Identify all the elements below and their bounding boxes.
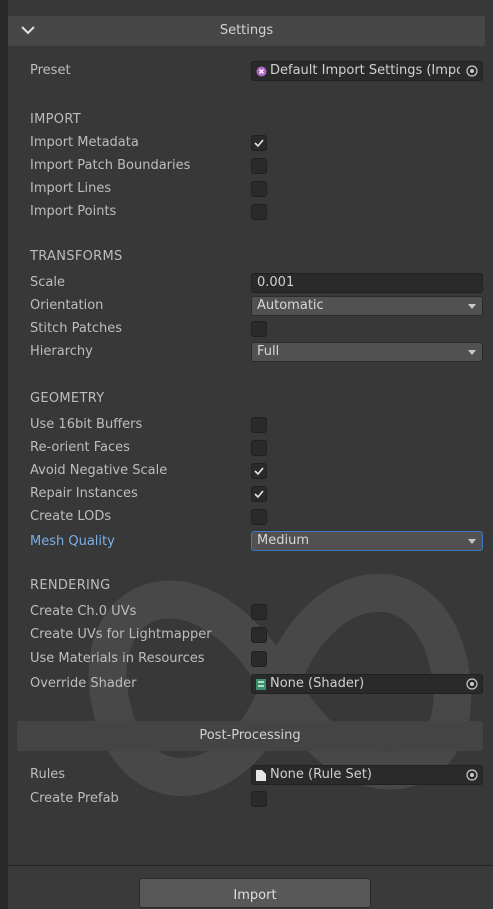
create-ch0-uvs-label: Create Ch.0 UVs [30,604,137,619]
object-picker-icon[interactable] [466,678,478,690]
create-lods-checkbox[interactable] [251,509,267,525]
object-picker-icon[interactable] [466,769,478,781]
dropdown-arrow-icon [468,304,476,309]
post-processing-header[interactable]: Post-Processing [17,721,483,751]
create-prefab-label: Create Prefab [30,791,119,806]
rendering-section-title: RENDERING [30,578,111,593]
mesh-quality-value: Medium [257,533,309,548]
scale-label: Scale [30,275,65,290]
rules-value: None (Rule Set) [270,767,372,782]
stitch-patches-label: Stitch Patches [30,321,123,336]
mesh-quality-dropdown[interactable]: Medium [251,531,483,551]
checkmark-icon [254,467,264,476]
document-icon [256,770,266,781]
create-uvs-lightmapper-checkbox[interactable] [251,627,267,643]
hierarchy-dropdown[interactable]: Full [251,342,483,362]
orientation-label: Orientation [30,298,104,313]
reorient-faces-checkbox[interactable] [251,440,267,456]
settings-header[interactable]: Settings [8,16,485,46]
preset-icon [256,66,267,77]
use-16bit-buffers-checkbox[interactable] [251,417,267,433]
create-lods-label: Create LODs [30,509,112,524]
preset-field[interactable]: Default Import Settings (Impo [251,61,483,81]
import-patch-boundaries-label: Import Patch Boundaries [30,158,191,173]
orientation-value: Automatic [257,298,324,313]
repair-instances-label: Repair Instances [30,486,138,501]
import-lines-label: Import Lines [30,181,112,196]
checkmark-icon [254,490,264,499]
use-materials-resources-label: Use Materials in Resources [30,651,205,666]
preset-value: Default Import Settings (Impo [270,63,460,78]
use-materials-resources-checkbox[interactable] [251,651,267,667]
dropdown-arrow-icon [468,539,476,544]
avoid-negative-scale-label: Avoid Negative Scale [30,463,168,478]
stitch-patches-checkbox[interactable] [251,321,267,337]
dropdown-arrow-icon [468,350,476,355]
preset-label: Preset [30,63,71,78]
import-metadata-checkbox[interactable] [251,135,267,151]
mesh-quality-label: Mesh Quality [30,534,115,549]
geometry-section-title: GEOMETRY [30,391,105,406]
import-button[interactable]: Import [139,878,371,908]
transforms-section-title: TRANSFORMS [30,249,123,264]
rules-field[interactable]: None (Rule Set) [251,765,483,785]
import-metadata-label: Import Metadata [30,135,139,150]
use-16bit-buffers-label: Use 16bit Buffers [30,417,143,432]
scale-input[interactable]: 0.001 [251,273,483,293]
post-processing-title: Post-Processing [199,728,301,743]
repair-instances-checkbox[interactable] [251,486,267,502]
rules-label: Rules [30,767,66,782]
import-lines-checkbox[interactable] [251,181,267,197]
import-points-checkbox[interactable] [251,204,267,220]
create-uvs-lightmapper-label: Create UVs for Lightmapper [30,627,212,642]
hierarchy-value: Full [257,344,280,359]
avoid-negative-scale-checkbox[interactable] [251,463,267,479]
checkmark-icon [254,139,264,148]
override-shader-field[interactable]: None (Shader) [251,674,483,694]
hierarchy-label: Hierarchy [30,344,93,359]
shader-icon [256,679,266,690]
create-prefab-checkbox[interactable] [251,791,267,807]
override-shader-label: Override Shader [30,676,137,691]
object-picker-icon[interactable] [466,65,478,77]
import-points-label: Import Points [30,204,117,219]
create-ch0-uvs-checkbox[interactable] [251,604,267,620]
orientation-dropdown[interactable]: Automatic [251,296,483,316]
settings-title: Settings [219,23,274,38]
override-shader-value: None (Shader) [270,676,365,691]
import-section-title: IMPORT [30,112,81,127]
import-patch-boundaries-checkbox[interactable] [251,158,267,174]
reorient-faces-label: Re-orient Faces [30,440,130,455]
